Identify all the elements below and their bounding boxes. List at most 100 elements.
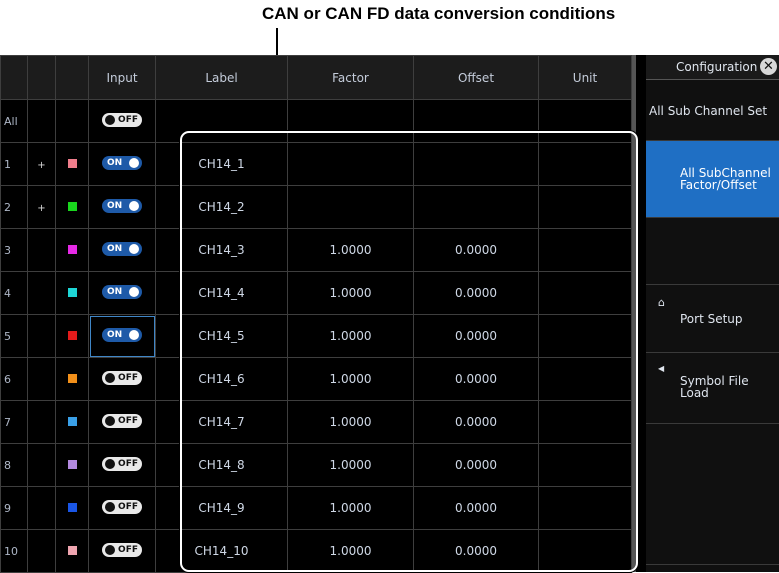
input-cell[interactable]: OFF <box>88 443 156 487</box>
factor-cell[interactable]: 1.0000 <box>287 529 414 573</box>
offset-cell[interactable]: 0.0000 <box>413 486 539 530</box>
factor-cell[interactable]: 1.0000 <box>287 271 414 315</box>
offset-cell[interactable] <box>413 185 539 229</box>
label-cell[interactable]: CH14_3 <box>155 228 288 272</box>
unit-cell[interactable] <box>538 486 632 530</box>
input-toggle[interactable]: OFF <box>102 413 142 428</box>
blank-menu-button-2[interactable] <box>646 424 779 565</box>
factor-cell[interactable] <box>287 185 414 229</box>
label-cell[interactable]: CH14_4 <box>155 271 288 315</box>
blank-menu-button[interactable] <box>646 218 779 285</box>
input-cell[interactable]: ON <box>88 185 156 229</box>
port-setup-button[interactable]: ⌂ Port Setup <box>646 285 779 353</box>
label-cell <box>155 99 288 143</box>
offset-cell[interactable]: 0.0000 <box>413 271 539 315</box>
factor-cell[interactable]: 1.0000 <box>287 314 414 358</box>
input-toggle[interactable]: OFF <box>102 370 142 385</box>
unit-cell[interactable] <box>538 314 632 358</box>
unit-cell[interactable] <box>538 271 632 315</box>
input-toggle[interactable]: ON <box>102 155 142 170</box>
input-cell[interactable]: OFF <box>88 357 156 401</box>
all-sub-channel-set-button[interactable]: All Sub Channel Set <box>646 80 779 141</box>
input-cell[interactable]: OFF <box>88 400 156 444</box>
color-cell <box>55 185 89 229</box>
symbol-file-load-button[interactable]: ◀ Symbol File Load <box>646 353 779 424</box>
label-cell[interactable]: CH14_7 <box>155 400 288 444</box>
label-cell[interactable]: CH14_1 <box>155 142 288 186</box>
offset-cell[interactable]: 0.0000 <box>413 314 539 358</box>
side-menu-header: Configuration ✕ <box>646 55 779 80</box>
color-cell <box>55 486 89 530</box>
color-cell <box>55 357 89 401</box>
table-row[interactable]: 2 + ON CH14_2 <box>0 185 632 229</box>
label-cell[interactable]: CH14_5 <box>155 314 288 358</box>
factor-cell[interactable] <box>287 142 414 186</box>
table-row[interactable]: 4 ON CH14_4 1.0000 0.0000 <box>0 271 632 315</box>
factor-cell[interactable]: 1.0000 <box>287 443 414 487</box>
toggle-text: OFF <box>118 114 138 125</box>
offset-cell[interactable]: 0.0000 <box>413 529 539 573</box>
mark-cell <box>27 443 56 487</box>
table-row[interactable]: 8 OFF CH14_8 1.0000 0.0000 <box>0 443 632 487</box>
offset-cell[interactable]: 0.0000 <box>413 228 539 272</box>
table-row[interactable]: 7 OFF CH14_7 1.0000 0.0000 <box>0 400 632 444</box>
offset-cell[interactable] <box>413 142 539 186</box>
unit-cell[interactable] <box>538 357 632 401</box>
input-cell[interactable]: ON <box>88 228 156 272</box>
row-index: 2 <box>0 185 28 229</box>
label-cell[interactable]: CH14_6 <box>155 357 288 401</box>
input-cell[interactable]: OFF <box>88 529 156 573</box>
factor-cell[interactable]: 1.0000 <box>287 400 414 444</box>
input-cell[interactable]: ON <box>88 142 156 186</box>
button-label: Symbol File Load <box>680 374 749 400</box>
unit-cell[interactable] <box>538 443 632 487</box>
expand-mark-icon: + <box>37 160 46 171</box>
table-row[interactable]: 3 ON CH14_3 1.0000 0.0000 <box>0 228 632 272</box>
factor-cell[interactable]: 1.0000 <box>287 228 414 272</box>
all-input-toggle[interactable]: OFF <box>102 112 142 127</box>
input-toggle[interactable]: ON <box>102 198 142 213</box>
input-toggle[interactable]: OFF <box>102 499 142 514</box>
color-cell <box>55 314 89 358</box>
input-cell[interactable]: ON <box>88 314 156 358</box>
unit-cell[interactable] <box>538 142 632 186</box>
input-cell[interactable]: OFF <box>88 99 156 143</box>
color-cell <box>55 99 89 143</box>
channel-color-swatch <box>67 288 77 297</box>
input-toggle[interactable]: ON <box>102 327 142 342</box>
mark-cell <box>27 228 56 272</box>
table-row[interactable]: 5 ON CH14_5 1.0000 0.0000 <box>0 314 632 358</box>
table-row[interactable]: 1 + ON CH14_1 <box>0 142 632 186</box>
input-toggle[interactable]: ON <box>102 284 142 299</box>
factor-cell[interactable]: 1.0000 <box>287 357 414 401</box>
factor-cell[interactable]: 1.0000 <box>287 486 414 530</box>
input-toggle[interactable]: OFF <box>102 542 142 557</box>
close-icon[interactable]: ✕ <box>760 58 777 75</box>
offset-cell[interactable]: 0.0000 <box>413 443 539 487</box>
input-toggle[interactable]: OFF <box>102 456 142 471</box>
unit-cell[interactable] <box>538 529 632 573</box>
label-cell[interactable]: CH14_10 <box>155 529 288 573</box>
toggle-text: ON <box>107 286 123 297</box>
unit-cell[interactable] <box>538 400 632 444</box>
all-subchannel-factor-offset-button[interactable]: All SubChannel Factor/Offset <box>646 141 779 218</box>
label-cell[interactable]: CH14_9 <box>155 486 288 530</box>
table-row[interactable]: 9 OFF CH14_9 1.0000 0.0000 <box>0 486 632 530</box>
toggle-knob <box>129 157 139 168</box>
label-cell[interactable]: CH14_2 <box>155 185 288 229</box>
unit-cell[interactable] <box>538 228 632 272</box>
table-scrollbar[interactable] <box>632 55 636 572</box>
unit-cell[interactable] <box>538 185 632 229</box>
input-toggle[interactable]: ON <box>102 241 142 256</box>
mark-cell: + <box>27 142 56 186</box>
table-row[interactable]: 6 OFF CH14_6 1.0000 0.0000 <box>0 357 632 401</box>
table-row[interactable]: 10 OFF CH14_10 1.0000 0.0000 <box>0 529 632 573</box>
row-index: 6 <box>0 357 28 401</box>
label-cell[interactable]: CH14_8 <box>155 443 288 487</box>
factor-cell <box>287 99 414 143</box>
offset-cell[interactable]: 0.0000 <box>413 400 539 444</box>
toggle-text: ON <box>107 243 123 254</box>
input-cell[interactable]: OFF <box>88 486 156 530</box>
input-cell[interactable]: ON <box>88 271 156 315</box>
offset-cell[interactable]: 0.0000 <box>413 357 539 401</box>
